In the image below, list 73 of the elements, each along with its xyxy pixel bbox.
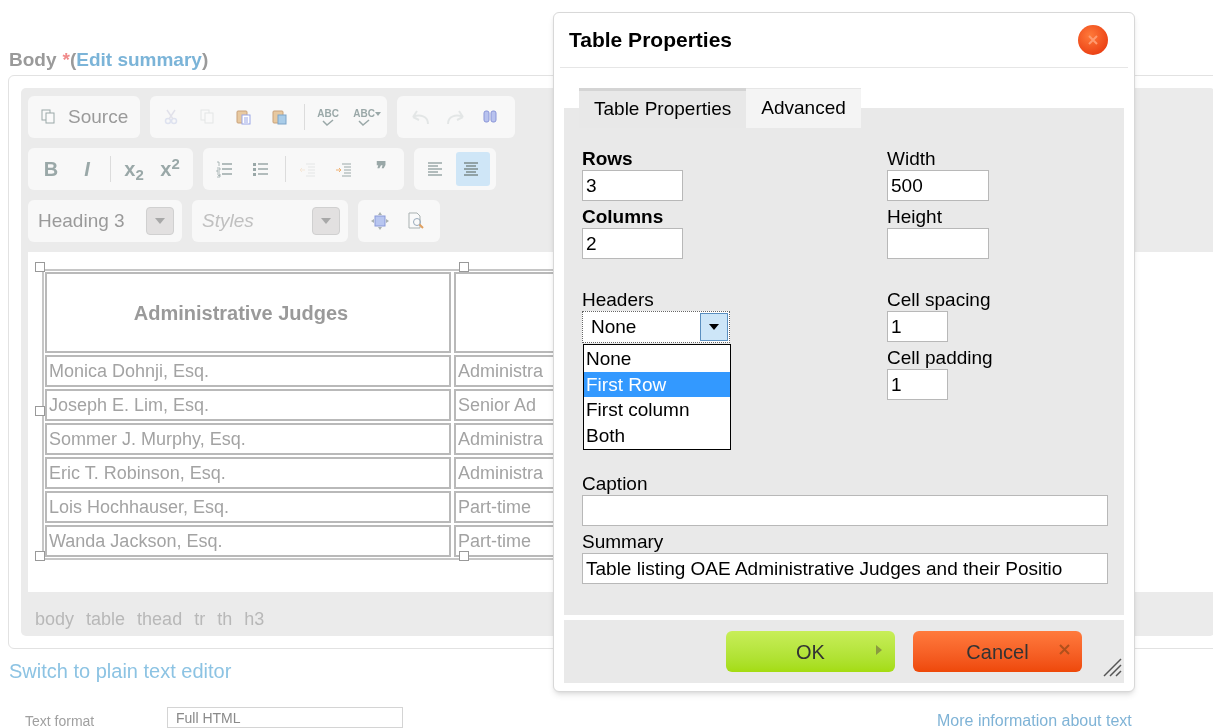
text-format-label: Text format xyxy=(25,712,95,728)
dialog-title: Table Properties xyxy=(569,27,732,54)
field-label: Cell spacing xyxy=(887,289,992,311)
resize-handle[interactable] xyxy=(35,551,45,561)
close-icon xyxy=(1059,644,1070,655)
field-label: Columns xyxy=(582,206,665,228)
cell-text: Part-time xyxy=(458,529,531,553)
toolbar-button[interactable]: x$_{2}$ xyxy=(117,152,151,186)
required-mark: * xyxy=(62,48,70,72)
cell-text: Lois Hochhauser, Esq. xyxy=(49,495,230,519)
input-field[interactable]: 2 xyxy=(582,228,683,259)
resize-handle[interactable] xyxy=(459,551,469,561)
format-dropdown[interactable]: Styles xyxy=(192,200,348,242)
toolbar-button[interactable]: B xyxy=(34,152,68,186)
caret-icon xyxy=(375,112,382,116)
check-mark-icon xyxy=(322,119,335,126)
play-arrow-icon xyxy=(875,644,883,656)
input-field[interactable] xyxy=(582,495,1108,526)
toolbar-button[interactable]: ABC xyxy=(347,100,382,134)
cell-text: Sommer J. Murphy, Esq. xyxy=(49,427,246,451)
resize-handle[interactable] xyxy=(35,406,45,416)
cell-text: Eric T. Robinson, Esq. xyxy=(49,461,226,485)
cell-text: Administra xyxy=(458,461,544,485)
parenthesis: ( xyxy=(69,48,77,72)
toolbar-button[interactable]: ❞ xyxy=(364,152,398,186)
table-heading: Administrative Judges xyxy=(133,300,349,326)
field-label: Rows xyxy=(582,148,634,170)
field-label: Summary xyxy=(582,531,665,553)
cancel-button[interactable]: Cancel xyxy=(913,631,1082,672)
headers-select[interactable]: None xyxy=(582,311,730,343)
toolbar-button[interactable]: x$^{2}$ xyxy=(153,152,187,186)
close-button[interactable] xyxy=(1078,25,1108,55)
field-label: Cell padding xyxy=(887,347,993,369)
cell-text: Administra xyxy=(458,427,544,451)
switch-editor-link[interactable]: Switch to plain text editor xyxy=(9,656,232,686)
dialog-tab[interactable]: Advanced xyxy=(746,88,861,128)
check-mark-icon xyxy=(358,119,371,126)
dropdown-option[interactable]: Both xyxy=(584,422,730,448)
format-dropdown[interactable]: Heading 3 xyxy=(28,200,182,242)
field-label: Body xyxy=(9,48,57,72)
close-icon xyxy=(1088,35,1098,45)
field-label: Height xyxy=(887,206,943,228)
resize-grip-icon[interactable] xyxy=(1102,657,1122,677)
input-field[interactable]: Table listing OAE Administrative Judges and their Positio xyxy=(582,553,1108,584)
cell-text: Monica Dohnji, Esq. xyxy=(49,359,210,383)
toolbar-button[interactable]: ABC xyxy=(311,100,346,134)
input-field[interactable]: 500 xyxy=(887,170,989,201)
field-label: Headers xyxy=(582,289,655,311)
cell-text: Administra xyxy=(458,359,544,383)
input-field[interactable]: 3 xyxy=(582,170,683,201)
cell-text: Joseph E. Lim, Esq. xyxy=(49,393,210,417)
field-label: Width xyxy=(887,148,937,170)
input-field[interactable] xyxy=(887,228,989,259)
text-format-select[interactable]: Full HTML xyxy=(167,707,403,728)
dropdown-option[interactable]: First column xyxy=(584,397,730,423)
input-field[interactable]: 1 xyxy=(887,369,948,400)
resize-handle[interactable] xyxy=(459,262,469,272)
toolbar-button[interactable] xyxy=(456,152,490,186)
maximize-icon xyxy=(371,212,391,230)
cell-text: Senior Ad xyxy=(458,393,537,417)
field-label: Caption xyxy=(582,473,649,495)
edit-summary-link[interactable]: Edit summary xyxy=(76,46,202,75)
cell-text: Wanda Jackson, Esq. xyxy=(49,529,223,553)
input-field[interactable]: 1 xyxy=(887,311,948,342)
parenthesis: ) xyxy=(201,48,209,72)
help-link[interactable]: More information about text xyxy=(937,709,1132,728)
toolbar-button[interactable]: Source xyxy=(34,100,135,134)
dropdown-option[interactable]: None xyxy=(584,346,730,372)
dropdown-option[interactable]: First Row xyxy=(584,371,730,397)
resize-handle[interactable] xyxy=(35,262,45,272)
toolbar-button[interactable]: I xyxy=(70,152,104,186)
cell-text: Part-time xyxy=(458,495,531,519)
ok-button[interactable]: OK xyxy=(726,631,895,672)
